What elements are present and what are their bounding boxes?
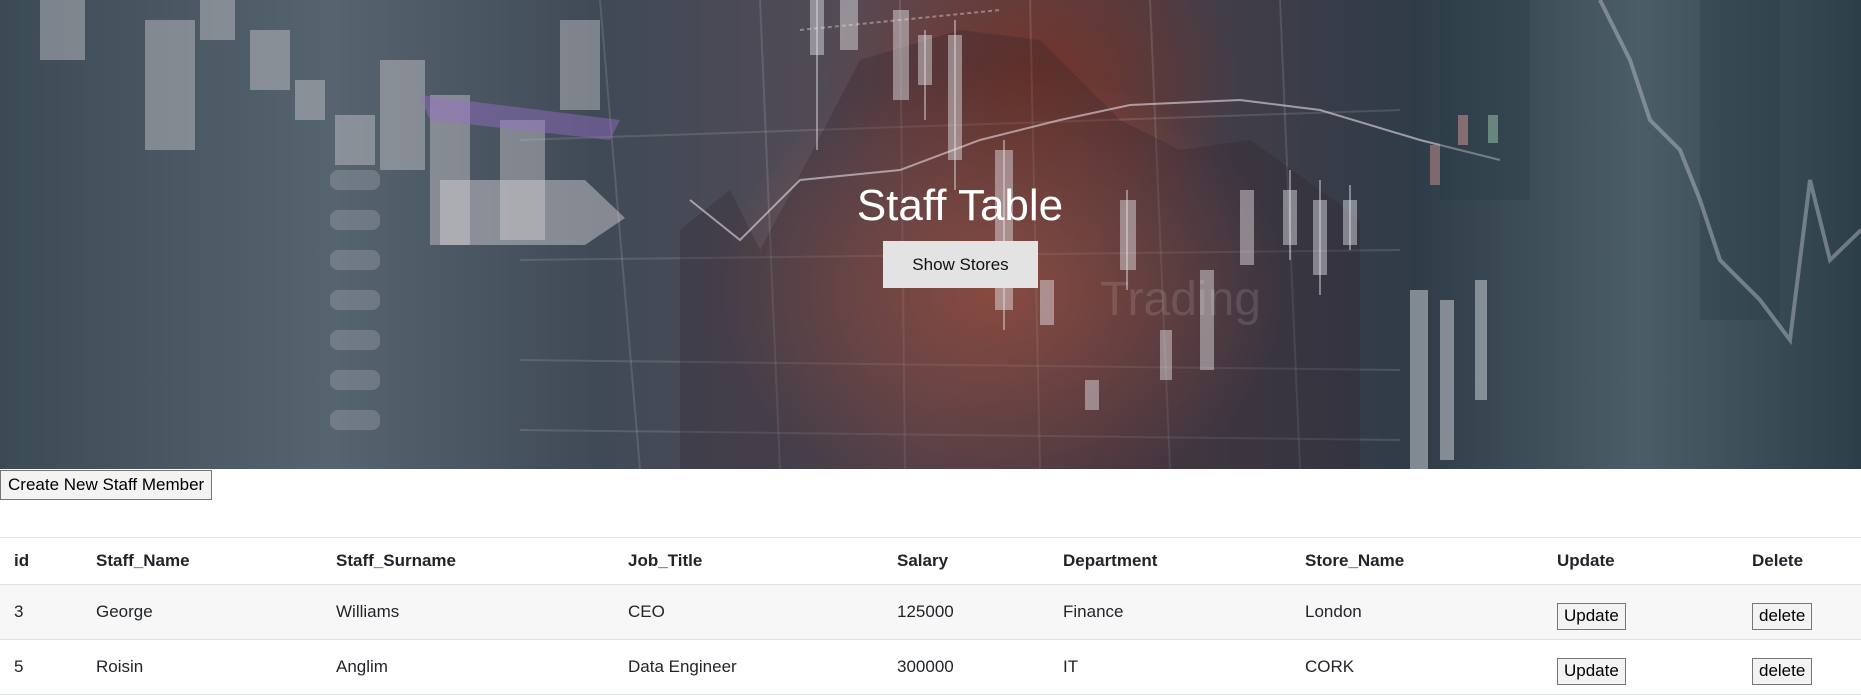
column-header-salary: Salary: [883, 537, 1049, 585]
table-row: 3 George Williams CEO 125000 Finance Lon…: [0, 584, 1861, 640]
cell-job-title: CEO: [628, 602, 665, 621]
column-header-store-name: Store_Name: [1291, 537, 1543, 585]
update-button[interactable]: Update: [1557, 657, 1626, 685]
table-header-row: id Staff_Name Staff_Surname Job_Title Sa…: [0, 537, 1861, 585]
cell-staff-name: George: [96, 602, 153, 621]
cell-staff-surname: Williams: [336, 602, 400, 621]
column-header-staff-surname: Staff_Surname: [322, 537, 614, 585]
update-button[interactable]: Update: [1557, 602, 1626, 630]
cell-department: IT: [1063, 657, 1079, 676]
column-header-department: Department: [1049, 537, 1291, 585]
column-header-staff-name: Staff_Name: [82, 537, 322, 585]
column-header-update: Update: [1543, 537, 1738, 585]
cell-job-title: Data Engineer: [628, 657, 737, 676]
cell-staff-surname: Anglim: [336, 657, 388, 676]
cell-update: Update: [1543, 585, 1738, 640]
svg-text:Trading: Trading: [1100, 273, 1261, 326]
show-stores-button[interactable]: Show Stores: [883, 241, 1038, 288]
cell-id: 3: [14, 602, 24, 621]
cell-update: Update: [1543, 640, 1738, 695]
table-row: 5 Roisin Anglim Data Engineer 300000 IT …: [0, 639, 1861, 695]
cell-staff-name: Roisin: [96, 657, 144, 676]
cell-salary: 300000: [897, 657, 954, 676]
cell-store-name: CORK: [1305, 657, 1355, 676]
cell-salary: 125000: [897, 602, 954, 621]
staff-table: id Staff_Name Staff_Surname Job_Title Sa…: [0, 537, 1861, 695]
cell-delete: delete: [1738, 585, 1861, 640]
cell-department: Finance: [1063, 602, 1124, 621]
stock-chart-background-image: Trading: [40, 0, 1861, 469]
page-title: Staff Table: [856, 181, 1064, 230]
column-header-id: id: [0, 537, 82, 585]
column-header-job-title: Job_Title: [614, 537, 883, 585]
delete-button[interactable]: delete: [1752, 657, 1813, 685]
delete-button[interactable]: delete: [1752, 602, 1813, 630]
cell-store-name: London: [1305, 602, 1362, 621]
column-header-delete: Delete: [1738, 537, 1861, 585]
hero-banner: Trading Staff Table Show Stores: [0, 0, 1861, 469]
cell-id: 5: [14, 657, 24, 676]
cell-delete: delete: [1738, 640, 1861, 695]
create-staff-member-button[interactable]: Create New Staff Member: [0, 470, 213, 500]
